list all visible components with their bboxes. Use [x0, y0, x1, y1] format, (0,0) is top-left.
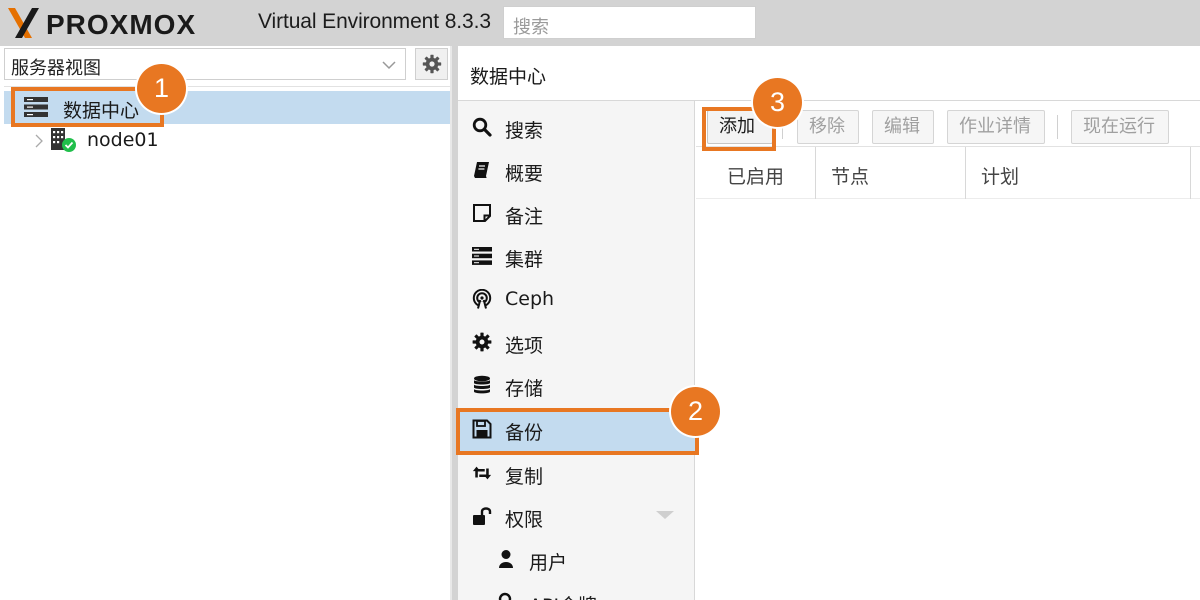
nav-item-label: 复制: [505, 466, 544, 488]
panel-divider[interactable]: [450, 46, 452, 600]
edit-button[interactable]: 编辑: [872, 110, 934, 144]
nav-item-cluster[interactable]: 集群: [458, 235, 695, 278]
resource-tree: 数据中心 node01: [4, 86, 450, 600]
tree-item-label: node01: [87, 129, 159, 151]
retweet-icon: [472, 463, 492, 483]
backup-jobs-view: 添加 移除 编辑 作业详情 现在运行 已启用 节点 计划: [696, 101, 1200, 600]
triangle-down-icon[interactable]: [656, 510, 674, 520]
key-icon: [496, 592, 516, 600]
datacenter-nav-menu: 搜索 概要 备注 集群 Ceph 选项 存储 备份 复制 权限 用户: [458, 101, 695, 600]
page-title: 数据中心: [470, 66, 547, 88]
column-header-label: 节点: [831, 166, 870, 188]
cluster-icon: [472, 246, 492, 266]
nav-item-replication[interactable]: 复制: [458, 452, 695, 495]
top-header: PROXMOX Virtual Environment 8.3.3 搜索: [0, 0, 1200, 46]
tree-item-node01[interactable]: node01: [4, 124, 450, 157]
gear-icon: [422, 54, 441, 74]
logo-text: PROXMOX: [46, 9, 196, 38]
nav-item-permissions[interactable]: 权限: [458, 495, 695, 538]
nav-item-storage[interactable]: 存储: [458, 364, 695, 407]
nav-item-label: 存储: [505, 378, 544, 400]
nav-item-label: 权限: [505, 509, 544, 531]
view-selector-value: 服务器视图: [11, 58, 101, 79]
toolbar-separator: [1057, 115, 1058, 139]
nav-item-label: 选项: [505, 335, 544, 357]
nav-item-label: 用户: [529, 552, 568, 574]
run-now-button[interactable]: 现在运行: [1071, 110, 1169, 144]
nav-item-label: 搜索: [505, 120, 544, 142]
nav-item-notes[interactable]: 备注: [458, 192, 695, 235]
column-header-label: 计划: [981, 166, 1020, 188]
nav-item-summary[interactable]: 概要: [458, 149, 695, 192]
view-settings-button[interactable]: [415, 48, 448, 80]
highlight-backup: [456, 408, 699, 455]
nav-item-api-tokens[interactable]: API令牌: [458, 581, 695, 600]
gear-icon: [472, 332, 492, 352]
column-header-node[interactable]: 节点: [816, 147, 966, 199]
step-badge-2: 2: [671, 387, 720, 436]
remove-button[interactable]: 移除: [797, 110, 859, 144]
resource-tree-panel: 服务器视图 数据中心 node01: [0, 46, 452, 600]
chevron-right-icon[interactable]: [35, 134, 43, 148]
grid-header: 已启用 节点 计划: [696, 147, 1200, 199]
panel-title-bar: 数据中心: [458, 46, 1200, 101]
datacenter-panel: 数据中心 搜索 概要 备注 集群 Ceph 选项 存储 备份 复制 权限 用户 …: [458, 46, 1200, 600]
ceph-icon: [472, 289, 492, 309]
nav-item-label: API令牌: [529, 591, 597, 600]
search-placeholder: 搜索: [513, 17, 549, 38]
chevron-down-icon: [382, 61, 396, 70]
product-version: Virtual Environment 8.3.3: [258, 10, 491, 33]
global-search-input[interactable]: 搜索: [503, 6, 756, 39]
view-selector[interactable]: 服务器视图: [4, 48, 406, 80]
nav-item-users[interactable]: 用户: [458, 538, 695, 581]
node-online-icon: [51, 128, 76, 152]
step-badge-3: 3: [753, 78, 802, 127]
database-icon: [472, 375, 492, 395]
proxmox-logo: PROXMOX: [8, 8, 196, 38]
column-header-enabled[interactable]: 已启用: [696, 147, 816, 199]
unlock-icon: [472, 506, 492, 526]
search-icon: [472, 117, 492, 137]
notes-icon: [472, 203, 492, 223]
nav-item-ceph[interactable]: Ceph: [458, 278, 695, 321]
nav-item-label: 概要: [505, 163, 544, 185]
summary-book-icon: [472, 160, 492, 180]
nav-item-search[interactable]: 搜索: [458, 106, 695, 149]
step-badge-1: 1: [137, 64, 186, 113]
nav-item-options[interactable]: 选项: [458, 321, 695, 364]
job-detail-button[interactable]: 作业详情: [947, 110, 1045, 144]
nav-item-label: 集群: [505, 249, 544, 271]
nav-item-label: Ceph: [505, 288, 555, 310]
column-header-label: 已启用: [727, 166, 785, 188]
user-icon: [496, 549, 516, 569]
column-header-schedule[interactable]: 计划: [966, 147, 1191, 199]
nav-item-label: 备注: [505, 206, 544, 228]
